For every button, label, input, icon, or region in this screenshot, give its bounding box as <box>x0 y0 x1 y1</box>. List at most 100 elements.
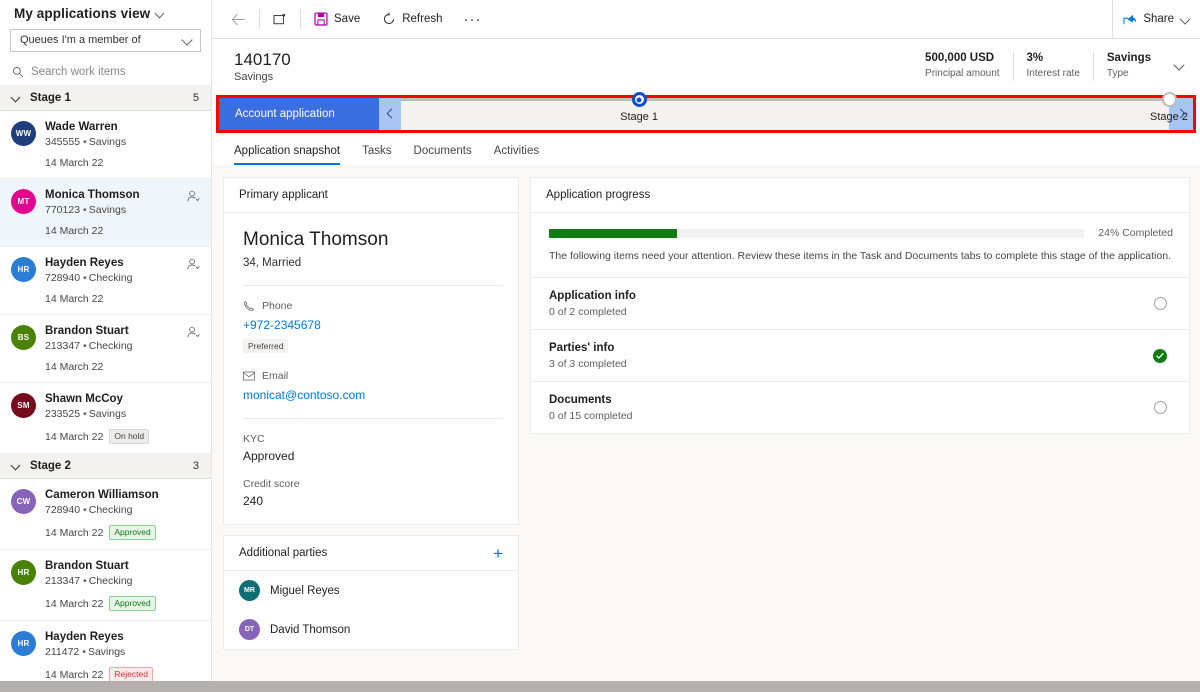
checklist: Application info 0 of 2 completed Parties'… <box>531 277 1189 433</box>
avatar-initials: SM <box>17 401 30 410</box>
metric-label: Principal amount <box>925 67 1000 79</box>
party-item[interactable]: MR Miguel Reyes <box>224 571 518 610</box>
list-item[interactable]: HR Brandon Stuart 213347 • Checking 14 March … <box>0 550 211 621</box>
back-button[interactable] <box>220 0 257 38</box>
header-expand-button[interactable] <box>1164 57 1186 75</box>
queue-selector[interactable]: Queues I'm a member of <box>10 29 201 52</box>
list-item-id: 345555 <box>45 136 81 148</box>
checklist-item[interactable]: Application info 0 of 2 completed <box>531 277 1189 329</box>
refresh-button[interactable]: Refresh <box>371 0 453 38</box>
tab-tasks[interactable]: Tasks <box>351 144 402 165</box>
chevron-right-icon <box>1177 110 1185 118</box>
checklist-item[interactable]: Parties' info 3 of 3 completed <box>531 329 1189 381</box>
list-item[interactable]: SM Shawn McCoy 233525 • Savings 14 March 22 On… <box>0 383 211 454</box>
process-flow-stage-2[interactable]: Stage 2 <box>1109 92 1200 123</box>
progress-bar-track <box>549 228 1085 238</box>
metric-label: Interest rate <box>1026 67 1080 79</box>
card-title: Primary applicant <box>239 189 328 201</box>
list-item[interactable]: BS Brandon Stuart 213347 • Checking 14 March … <box>0 315 211 383</box>
parties-list: MR Miguel Reyes DT David Thomson <box>224 571 518 649</box>
checklist-subtitle: 0 of 2 completed <box>549 306 627 318</box>
sidebar: My applications view Queues I'm a member… <box>0 0 212 692</box>
stage-group-header[interactable]: Stage 1 5 <box>0 86 211 111</box>
list-item-date: 14 March 22 <box>45 668 104 681</box>
search-icon <box>12 66 24 78</box>
search-work-items[interactable]: Search work items <box>0 60 211 86</box>
divider <box>259 9 260 29</box>
chevron-down-icon <box>1180 14 1190 24</box>
list-item-name: Hayden Reyes <box>45 257 124 269</box>
avatar: MR <box>239 580 260 601</box>
record-header: 140170 Savings 500,000 USD Principal amou… <box>212 39 1200 92</box>
process-flow-prev-button[interactable] <box>379 98 401 130</box>
process-flow-line <box>401 98 1169 101</box>
list-item-subtitle: 233525 • Savings <box>45 407 201 422</box>
stage-group-count: 5 <box>192 92 199 104</box>
tab-label: Tasks <box>362 145 392 157</box>
status-badge: Approved <box>109 525 156 540</box>
avatar: HR <box>11 560 36 585</box>
list-item-name: Shawn McCoy <box>45 393 123 405</box>
list-item-type: Checking <box>88 272 133 284</box>
share-icon <box>1123 13 1137 26</box>
avatar: BS <box>11 325 36 350</box>
assign-user-icon[interactable] <box>187 326 200 339</box>
search-placeholder: Search work items <box>31 66 126 79</box>
status-incomplete-icon <box>1154 401 1167 414</box>
list-item-body: Shawn McCoy 233525 • Savings 14 March 22 On h… <box>45 392 201 444</box>
tab-bar[interactable]: Application snapshot Tasks Documents Activi… <box>212 137 1200 165</box>
card-header: Primary applicant <box>224 178 518 213</box>
list-item[interactable]: WW Wade Warren 345555 • Savings 14 March 22 <box>0 111 211 179</box>
list-item-name: Brandon Stuart <box>45 560 129 572</box>
avatar: HR <box>11 257 36 282</box>
header-metrics: 500,000 USD Principal amount 3% Interest ra… <box>912 50 1164 81</box>
new-record-button[interactable] <box>262 0 298 38</box>
avatar-initials: BS <box>17 333 30 342</box>
process-flow-pill[interactable]: Account application <box>219 98 379 130</box>
assign-user-icon[interactable] <box>187 190 200 203</box>
checklist-item[interactable]: Documents 0 of 15 completed <box>531 381 1189 433</box>
separator-dot: • <box>83 575 87 587</box>
stage-group-name: Stage 1 <box>30 92 71 104</box>
chevron-left-icon <box>386 110 394 118</box>
list-item-date: 14 March 22 <box>45 293 104 305</box>
stage-node-pending <box>1161 92 1177 107</box>
stage-label: Stage 1 <box>620 111 659 123</box>
card-header: Additional parties + <box>224 536 518 571</box>
tab-documents[interactable]: Documents <box>403 144 483 165</box>
save-button[interactable]: Save <box>303 0 371 38</box>
list-item[interactable]: CW Cameron Williamson 728940 • Checking 14 Ma… <box>0 479 211 550</box>
list-item[interactable]: MT Monica Thomson 770123 • Savings 14 March 2… <box>0 179 211 247</box>
tab-application-snapshot[interactable]: Application snapshot <box>234 144 351 165</box>
tab-activities[interactable]: Activities <box>483 144 550 165</box>
list-item-name: Cameron Williamson <box>45 489 159 501</box>
status-badge: On hold <box>109 429 150 444</box>
applicant-name: Monica Thomson <box>243 229 389 250</box>
status-incomplete-icon <box>1154 297 1167 310</box>
stage-group-header[interactable]: Stage 2 3 <box>0 454 211 479</box>
overflow-menu-button[interactable]: ··· <box>454 11 492 28</box>
share-label: Share <box>1143 13 1174 25</box>
list-item[interactable]: HR Hayden Reyes 728940 • Checking 14 March 22 <box>0 247 211 315</box>
email-value[interactable]: monicat@contoso.com <box>243 388 503 402</box>
party-item[interactable]: DT David Thomson <box>224 610 518 649</box>
list-item-date: 14 March 22 <box>45 526 104 539</box>
plus-icon[interactable]: + <box>493 545 503 562</box>
list-item-footer: 14 March 22 <box>45 225 201 237</box>
view-title-row[interactable]: My applications view <box>0 0 211 27</box>
phone-value[interactable]: +972-2345678 <box>243 318 503 332</box>
process-flow-stage-1[interactable]: Stage 1 <box>579 92 699 123</box>
share-button[interactable]: Share <box>1112 0 1200 38</box>
assign-user-icon[interactable] <box>187 258 200 271</box>
list-item-id: 213347 <box>45 340 81 352</box>
horizontal-scrollbar[interactable] <box>0 681 1200 692</box>
divider <box>243 418 503 419</box>
additional-parties-card: Additional parties + MR Miguel Reyes DT Dav… <box>223 535 519 650</box>
card-title: Additional parties <box>239 547 328 559</box>
work-item-list[interactable]: Stage 1 5 WW Wade Warren 345555 • Savings 14 Ma… <box>0 86 211 692</box>
list-item-subtitle: 728940 • Checking <box>45 271 201 286</box>
progress-body: 24% Completed The following items need y… <box>531 213 1189 277</box>
list-item-subtitle: 728940 • Checking <box>45 503 201 518</box>
applicant-details: Monica Thomson 34, Married Phone +972-23… <box>224 213 518 524</box>
status-complete-icon <box>1153 348 1167 363</box>
